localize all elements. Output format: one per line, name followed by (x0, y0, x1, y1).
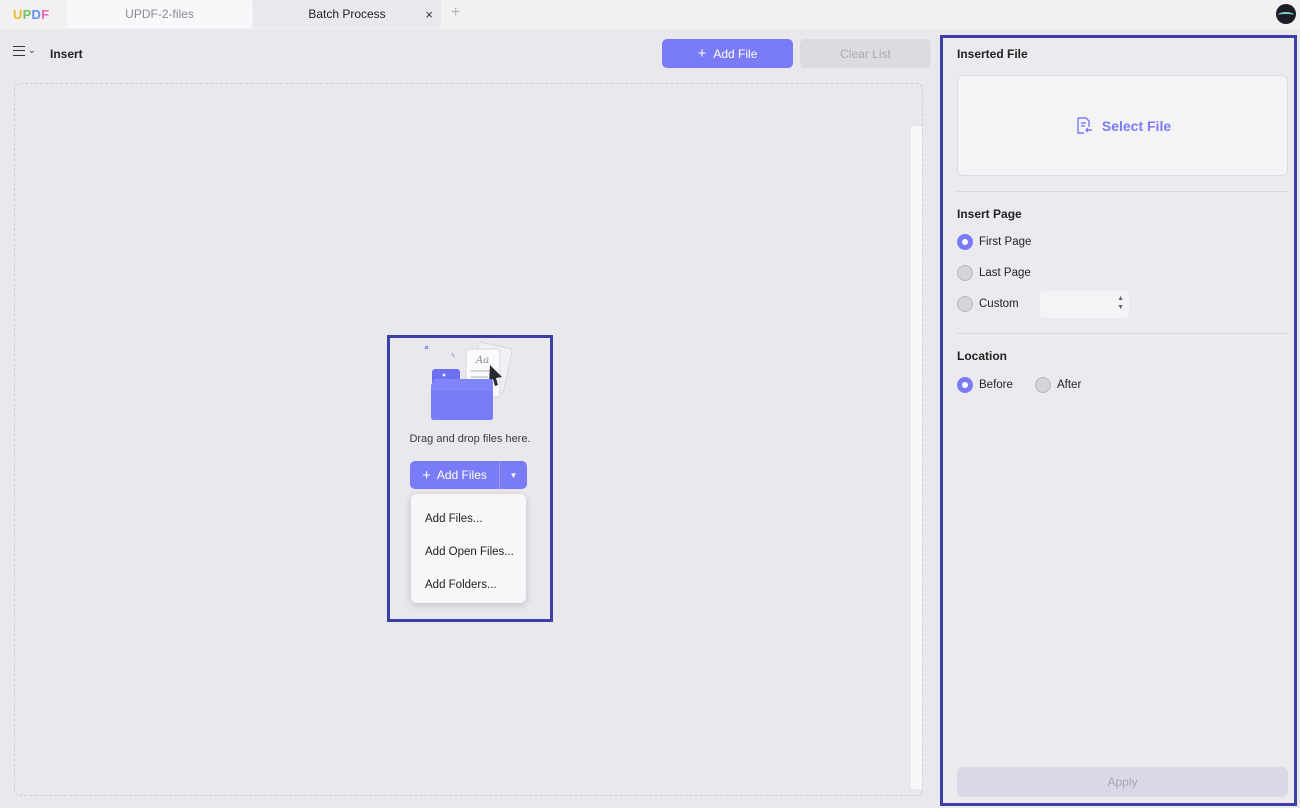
radio-custom[interactable]: Custom (957, 296, 1019, 312)
radio-button (1035, 377, 1051, 393)
tab-updf-2-files[interactable]: UPDF-2-files (67, 0, 252, 28)
svg-text:Aa: Aa (475, 355, 489, 366)
radio-button (957, 234, 973, 250)
divider (957, 191, 1288, 192)
radio-label: Custom (979, 298, 1019, 310)
page-title: Insert (50, 47, 83, 61)
chevron-down-icon: ⌄ (28, 45, 36, 55)
stepper-arrows-icon[interactable]: ▲ ▼ (1117, 294, 1124, 312)
menu-item-add-open-files[interactable]: Add Open Files... (411, 535, 526, 568)
dropdown-arrow-icon[interactable]: ▼ (500, 461, 527, 489)
radio-label: Before (979, 379, 1013, 391)
clear-list-label: Clear List (840, 46, 891, 61)
plus-icon: + (697, 45, 707, 62)
apply-button[interactable]: Apply (957, 767, 1288, 797)
menu-toggle-button[interactable]: ⌄ (13, 45, 36, 56)
radio-label: Last Page (979, 267, 1031, 279)
add-tab-icon[interactable]: + (451, 4, 460, 22)
radio-label: After (1057, 379, 1082, 391)
apply-label: Apply (1107, 775, 1138, 789)
inserted-file-label: Inserted File (957, 47, 1028, 61)
divider (957, 333, 1288, 334)
plus-icon: + (422, 466, 431, 484)
radio-button (957, 296, 973, 312)
file-insert-icon (1077, 116, 1092, 134)
radio-last-page[interactable]: Last Page (957, 265, 1031, 281)
radio-before[interactable]: Before (957, 377, 1013, 393)
add-files-label: Add Files (436, 468, 487, 482)
select-file-label: Select File (1101, 117, 1172, 134)
hamburger-icon (13, 45, 25, 56)
radio-button (957, 377, 973, 393)
insert-page-label: Insert Page (957, 207, 1022, 221)
menu-item-add-files[interactable]: Add Files... (411, 502, 526, 535)
updf-logo: UPDF (13, 7, 50, 22)
add-files-button[interactable]: + Add Files (410, 461, 499, 489)
drop-instruction: Drag and drop files here. (409, 433, 531, 445)
location-label: Location (957, 349, 1007, 363)
title-bar: UPDF UPDF-2-files Batch Process × + (0, 0, 1300, 29)
avatar[interactable] (1276, 4, 1296, 24)
folder-documents-illustration: Aa (424, 342, 513, 420)
custom-page-stepper[interactable]: ▲ ▼ (1040, 291, 1129, 318)
menu-item-add-folders[interactable]: Add Folders... (411, 568, 526, 601)
tab-label: UPDF-2-files (125, 7, 194, 21)
select-file-button[interactable]: Select File (957, 75, 1288, 176)
radio-first-page[interactable]: First Page (957, 234, 1031, 250)
radio-after[interactable]: After (1035, 377, 1081, 393)
scrollbar[interactable] (911, 126, 922, 789)
radio-button (957, 265, 973, 281)
tab-label: Batch Process (308, 7, 386, 21)
clear-list-button[interactable]: Clear List (800, 39, 931, 68)
add-file-button[interactable]: + Add File (662, 39, 793, 68)
tab-batch-process[interactable]: Batch Process × (253, 0, 441, 28)
radio-label: First Page (979, 236, 1032, 248)
add-files-split-button: + Add Files ▼ (410, 461, 527, 489)
add-file-label: Add File (713, 46, 758, 61)
close-tab-icon[interactable]: × (425, 7, 433, 22)
add-files-dropdown-menu: Add Files... Add Open Files... Add Folde… (411, 494, 526, 603)
